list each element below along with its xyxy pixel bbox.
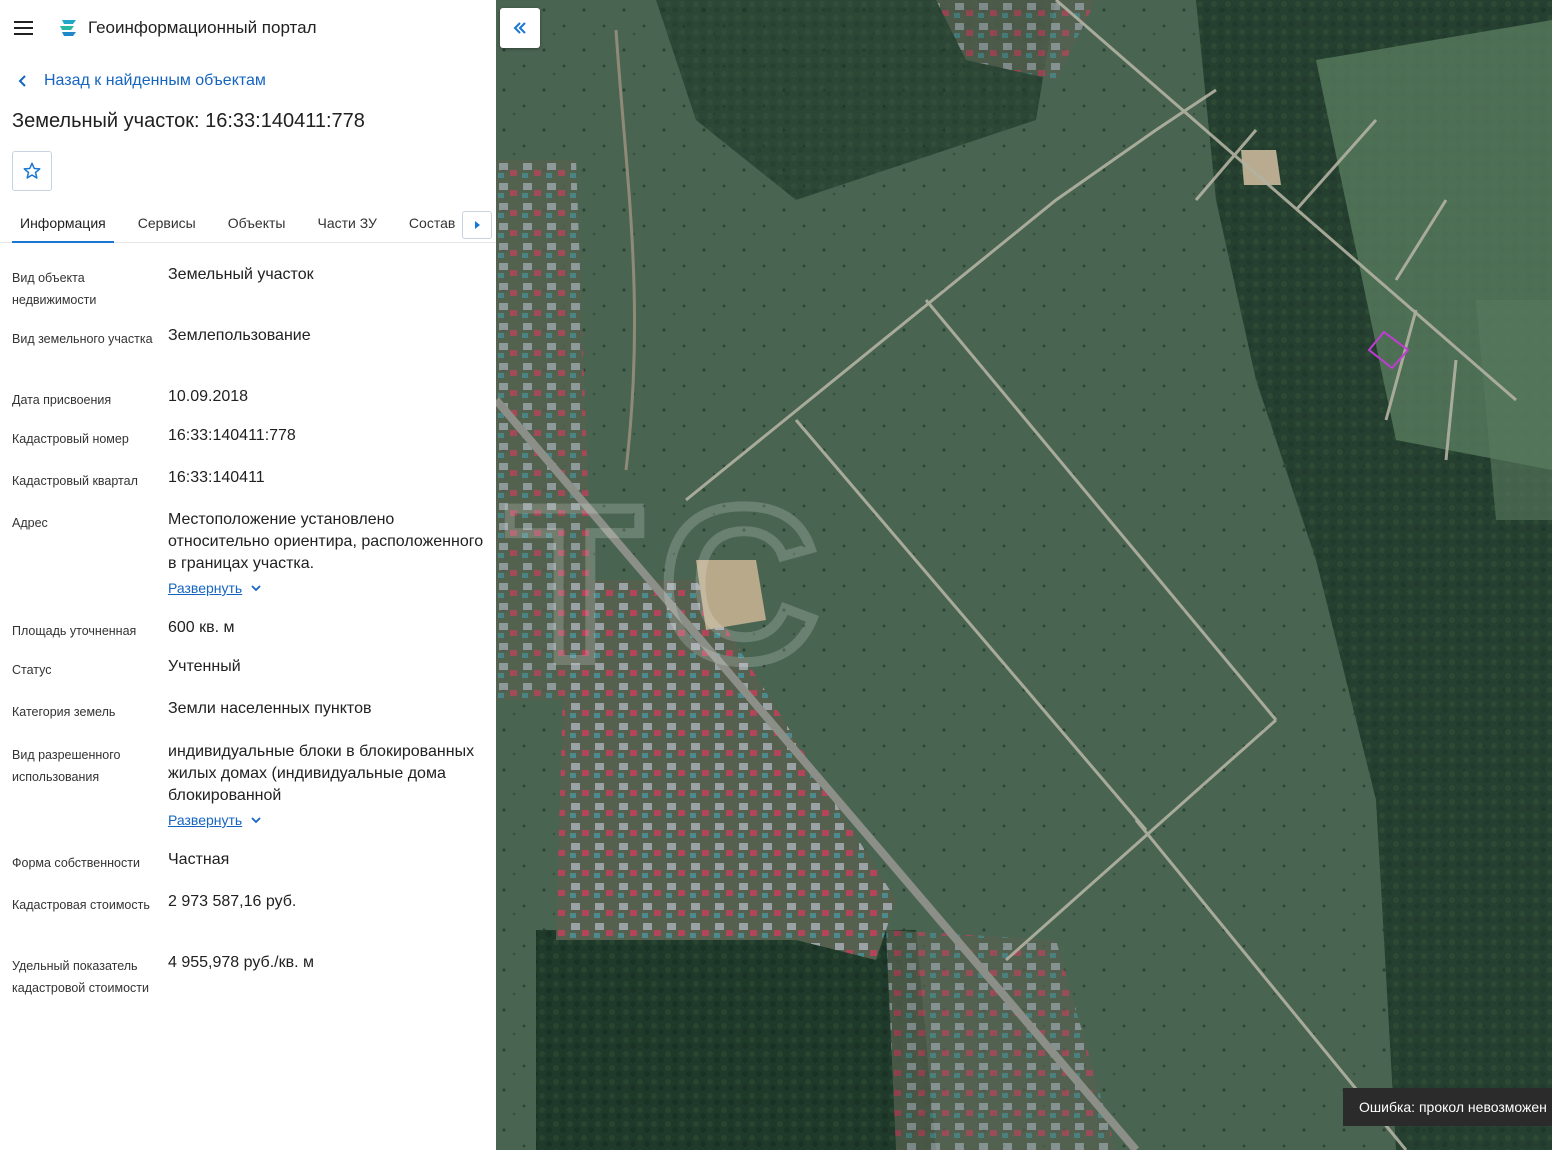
property-value: 4 955,978 руб./кв. м	[168, 954, 314, 971]
chevron-down-icon	[251, 585, 261, 592]
property-value: Учтенный	[168, 658, 241, 675]
property-value: 2 973 587,16 руб.	[168, 893, 297, 910]
property-value: 600 кв. м	[168, 619, 235, 636]
property-value-container: индивидуальные блоки в блокированных жил…	[168, 740, 484, 834]
info-panel: Геоинформационный портал Назад к найденн…	[0, 0, 496, 1150]
property-label: Категория земель	[12, 705, 116, 719]
favorite-button[interactable]	[12, 151, 52, 191]
property-label: Статус	[12, 663, 52, 677]
property-label: Вид земельного участка	[12, 332, 153, 346]
expand-permitted-use-link[interactable]: Развернуть	[168, 809, 262, 831]
tab-composition[interactable]: Состав	[401, 209, 463, 243]
property-row: Дата присвоения 10.09.2018	[0, 385, 496, 410]
caret-right-icon	[475, 221, 480, 229]
property-value-container: Местоположение установлено относительно …	[168, 508, 484, 602]
property-label: Кадастровый квартал	[12, 474, 138, 488]
permitted-use-value: индивидуальные блоки в блокированных жил…	[168, 743, 475, 804]
property-row: Вид объекта недвижимости Земельный участ…	[0, 263, 496, 310]
property-value: Земельный участок	[168, 266, 314, 283]
property-row: Адрес Местоположение установлено относит…	[0, 508, 496, 602]
watermark-text: МТС	[496, 461, 837, 707]
property-row: Вид разрешенного использования индивидуа…	[0, 740, 496, 834]
app-title: Геоинформационный портал	[88, 18, 317, 37]
expand-address-link[interactable]: Развернуть	[168, 577, 262, 599]
property-row: Категория земель Земли населенных пункто…	[0, 697, 496, 726]
property-label: Форма собственности	[12, 856, 140, 870]
error-toast: Ошибка: прокол невозможен	[1343, 1088, 1552, 1126]
property-value: Частная	[168, 851, 230, 868]
property-list: Вид объекта недвижимости Земельный участ…	[0, 263, 496, 1017]
property-label: Удельный показатель кадастровой стоимост…	[12, 959, 149, 995]
property-value: Земли населенных пунктов	[168, 700, 372, 717]
property-value: 16:33:140411:778	[168, 427, 296, 444]
address-value: Местоположение установлено относительно …	[168, 511, 484, 572]
property-row: Кадастровый квартал 16:33:140411	[0, 466, 496, 494]
satellite-map[interactable]: МТС Ошибка: прокол невозможен	[496, 0, 1552, 1150]
property-row: Кадастровый номер 16:33:140411:778	[0, 424, 496, 452]
property-row: Форма собственности Частная	[0, 848, 496, 876]
chevron-down-icon	[251, 817, 261, 824]
tab-information[interactable]: Информация	[12, 209, 114, 243]
satellite-imagery: МТС	[496, 0, 1552, 1150]
property-label: Вид объекта недвижимости	[12, 271, 97, 307]
property-label: Вид разрешенного использования	[12, 748, 121, 784]
property-row: Кадастровая стоимость 2 973 587,16 руб.	[0, 890, 496, 937]
page-title: Земельный участок: 16:33:140411:778	[12, 110, 365, 132]
back-to-results-link[interactable]: Назад к найденным объектам	[0, 72, 496, 90]
chevron-left-icon	[18, 75, 26, 87]
property-row: Площадь уточненная 600 кв. м	[0, 616, 496, 641]
collapse-panel-button[interactable]	[500, 8, 540, 48]
portal-logo-icon	[60, 20, 76, 36]
property-value: 10.09.2018	[168, 388, 249, 405]
property-label: Адрес	[12, 516, 48, 530]
property-label: Кадастровая стоимость	[12, 898, 150, 912]
property-row: Статус Учтенный	[0, 655, 496, 683]
tabs-scroll-right-button[interactable]	[462, 211, 492, 239]
property-value: 16:33:140411	[168, 469, 265, 486]
star-icon	[23, 162, 41, 179]
property-label: Площадь уточненная	[12, 624, 137, 638]
tab-services[interactable]: Сервисы	[130, 209, 204, 243]
top-bar: Геоинформационный портал	[0, 0, 496, 56]
property-value: Землепользование	[168, 327, 311, 344]
tab-objects[interactable]: Объекты	[220, 209, 294, 243]
property-label: Кадастровый номер	[12, 432, 129, 446]
expand-label: Развернуть	[168, 812, 243, 828]
property-row: Удельный показатель кадастровой стоимост…	[0, 951, 496, 1017]
property-label: Дата присвоения	[12, 393, 112, 407]
hamburger-menu-icon[interactable]	[12, 16, 36, 40]
back-link-label: Назад к найденным объектам	[44, 72, 266, 89]
tab-bar: Информация Сервисы Объекты Части ЗУ Сост…	[0, 209, 496, 243]
expand-label: Развернуть	[168, 580, 243, 596]
double-chevron-left-icon	[513, 22, 526, 34]
property-row: Вид земельного участка Землепользование	[0, 324, 496, 371]
tab-parts[interactable]: Части ЗУ	[309, 209, 384, 243]
